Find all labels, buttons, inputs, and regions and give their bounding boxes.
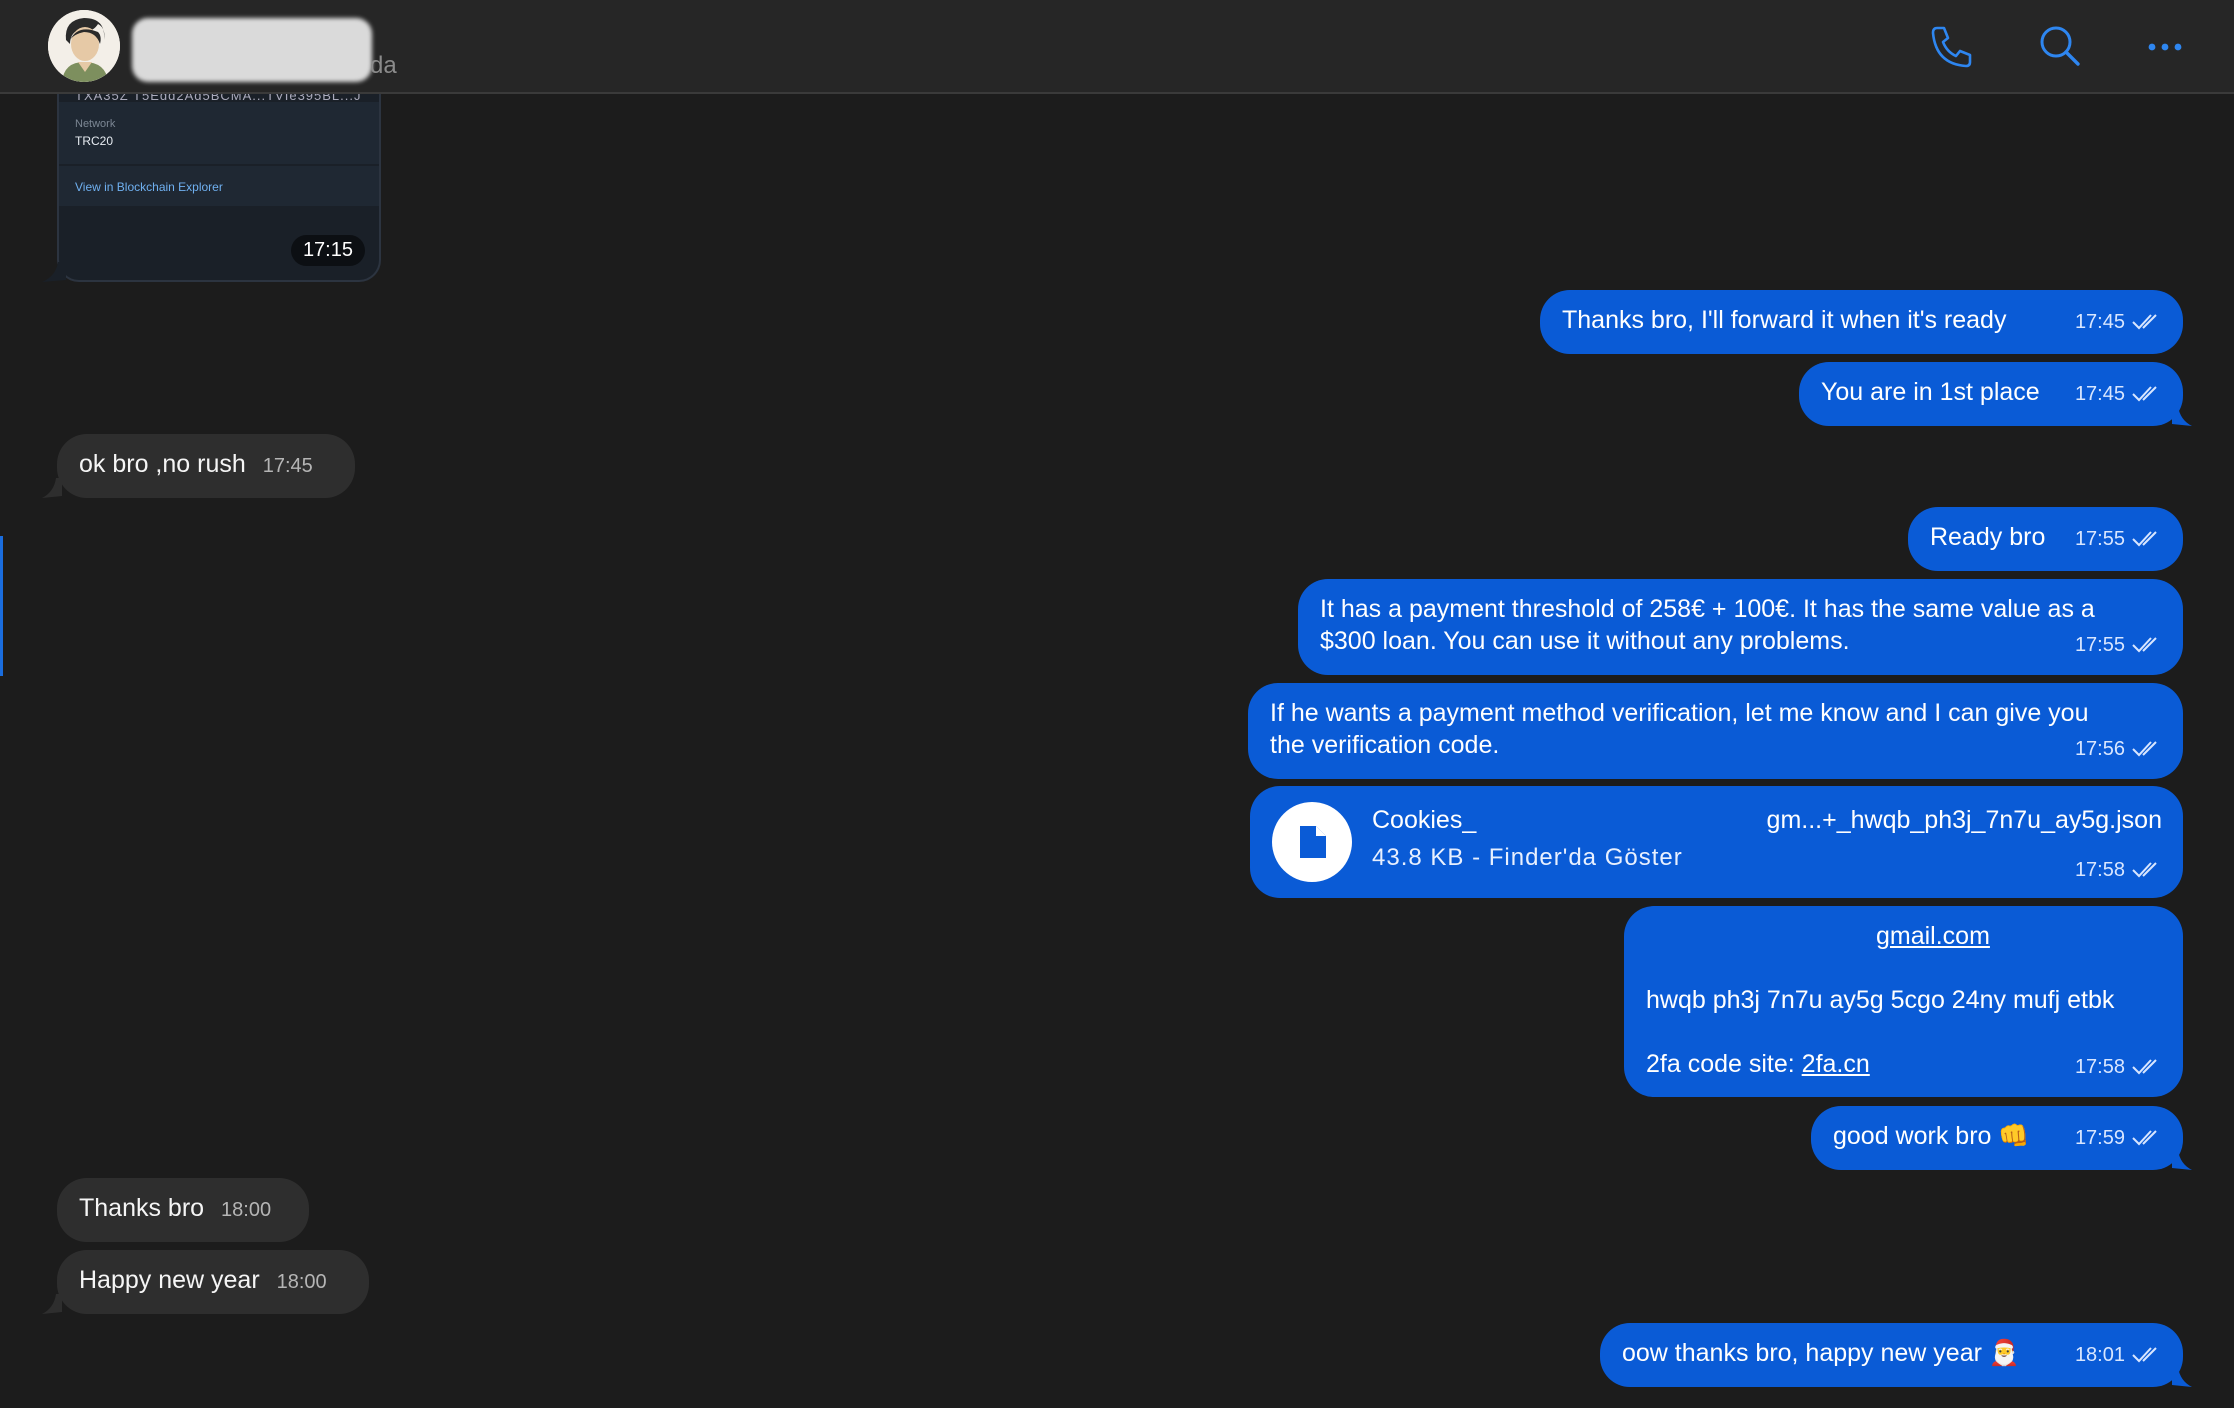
avatar[interactable] xyxy=(48,10,120,82)
message-meta: 18:01 xyxy=(2075,1339,2163,1371)
blockchain-explorer-link: View in Blockchain Explorer xyxy=(75,180,223,194)
message-meta: 17:59 xyxy=(2075,1122,2163,1154)
contact-name-redacted xyxy=(132,18,372,82)
message-time: 17:45 xyxy=(2074,383,2125,405)
bubble-tail xyxy=(2172,1367,2192,1387)
message-time: 17:45 xyxy=(2074,311,2125,333)
message-text-line: It has a payment threshold of 258€ + 100… xyxy=(1320,595,2095,623)
double-check-icon xyxy=(2132,386,2157,402)
message-time: 18:00 xyxy=(221,1199,272,1221)
message-meta: 17:45 xyxy=(2075,378,2163,410)
file-icon[interactable] xyxy=(1272,802,1352,882)
file-name-end: gm...+_hwqb_ph3j_7n7u_ay5g.json xyxy=(1766,806,2162,834)
avatar-illustration xyxy=(48,10,120,82)
site-label: 2fa code site: xyxy=(1646,1050,1795,1078)
contact-status: da xyxy=(370,52,397,79)
file-message[interactable]: Cookies_ gm...+_hwqb_ph3j_7n7u_ay5g.json… xyxy=(1250,786,2183,898)
incoming-message[interactable]: ok bro ,no rush 17:45 xyxy=(57,434,355,498)
message-text: oow thanks bro, happy new year xyxy=(1622,1339,1982,1367)
file-name: Cookies_ gm...+_hwqb_ph3j_7n7u_ay5g.json xyxy=(1372,804,2162,836)
bubble-tail xyxy=(2172,1150,2192,1170)
outgoing-message[interactable]: It has a payment threshold of 258€ + 100… xyxy=(1298,579,2183,675)
outgoing-message[interactable]: If he wants a payment method verificatio… xyxy=(1248,683,2183,779)
message-meta: 17:56 xyxy=(2075,733,2163,765)
double-check-icon xyxy=(2132,741,2157,757)
message-meta: 17:55 xyxy=(2075,629,2163,661)
message-text: Thanks bro xyxy=(79,1194,205,1222)
outgoing-message[interactable]: oow thanks bro, happy new year 🎅 18:01 xyxy=(1600,1323,2183,1387)
message-text: Thanks bro, I'll forward it when it's re… xyxy=(1562,306,2007,334)
message-text: Ready bro xyxy=(1930,523,2046,551)
bubble-tail xyxy=(42,262,66,282)
search-icon[interactable] xyxy=(2036,22,2086,72)
file-name-start: Cookies_ xyxy=(1372,806,1477,834)
message-meta: 17:55 xyxy=(2075,523,2163,555)
double-check-icon xyxy=(2132,531,2157,547)
bubble-tail xyxy=(42,1294,62,1314)
message-text-line: 2fa code site: 2fa.cn xyxy=(1646,1048,1870,1080)
message-text-line: hwqb ph3j 7n7u ay5g 5cgo 24ny mufj etbk xyxy=(1646,986,2115,1014)
site-link[interactable]: 2fa.cn xyxy=(1802,1050,1870,1078)
network-value: TRC20 xyxy=(75,134,114,148)
outgoing-message[interactable]: Thanks bro, I'll forward it when it's re… xyxy=(1540,290,2183,354)
bubble-tail xyxy=(42,478,62,498)
message-meta: 17:45 xyxy=(2075,306,2163,338)
outgoing-message[interactable]: Ready bro 17:55 xyxy=(1908,507,2183,571)
santa-emoji: 🎅 xyxy=(1988,1339,2021,1367)
outgoing-message[interactable]: good work bro 👊 17:59 xyxy=(1811,1106,2183,1170)
scroll-indicator xyxy=(0,536,3,676)
double-check-icon xyxy=(2132,1130,2157,1146)
message-time: 17:59 xyxy=(2074,1127,2125,1149)
message-text: good work bro xyxy=(1833,1122,1992,1150)
message-time: 17:45 xyxy=(262,455,313,477)
message-time: 17:58 xyxy=(2074,859,2125,881)
fist-emoji: 👊 xyxy=(1998,1122,2030,1150)
bubble-tail xyxy=(2172,406,2192,426)
message-text-line: If he wants a payment method verificatio… xyxy=(1270,699,2089,727)
message-text: Happy new year xyxy=(79,1266,260,1294)
double-check-icon xyxy=(2132,314,2157,330)
chat-header: da xyxy=(0,0,2234,94)
double-check-icon xyxy=(2132,637,2157,653)
email-link[interactable]: gmail.com xyxy=(1876,920,1990,952)
incoming-message[interactable]: Happy new year 18:00 xyxy=(57,1250,369,1314)
outgoing-message[interactable]: gmail.com hwqb ph3j 7n7u ay5g 5cgo 24ny … xyxy=(1624,906,2183,1097)
double-check-icon xyxy=(2132,862,2157,878)
card-network-row xyxy=(59,102,379,164)
phone-icon[interactable] xyxy=(1926,22,1976,72)
more-icon[interactable] xyxy=(2140,22,2190,72)
message-text-line: $300 loan. You can use it without any pr… xyxy=(1320,627,1850,655)
message-time: 17:55 xyxy=(2074,528,2125,550)
file-size[interactable]: 43.8 KB - Finder'da Göster xyxy=(1372,842,1683,874)
document-icon xyxy=(1300,826,1326,858)
received-image-card[interactable]: TXA35Z T5Edd2Ad5BCMA...TVIe395BL...J Net… xyxy=(57,94,381,282)
network-label: Network xyxy=(75,118,116,130)
message-time: 18:01 xyxy=(2074,1344,2125,1366)
message-time: 17:58 xyxy=(2074,1056,2125,1078)
message-meta: 17:58 xyxy=(2075,1051,2163,1083)
message-meta: 17:58 xyxy=(2075,854,2163,886)
outgoing-message[interactable]: You are in 1st place 17:45 xyxy=(1799,362,2183,426)
message-time: 17:55 xyxy=(2074,634,2125,656)
message-text-line: the verification code. xyxy=(1270,731,1500,759)
message-time: 17:15 xyxy=(290,235,365,266)
incoming-message[interactable]: Thanks bro 18:00 xyxy=(57,1178,309,1242)
message-text: You are in 1st place xyxy=(1821,378,2040,406)
message-time: 18:00 xyxy=(276,1271,327,1293)
message-text: ok bro ,no rush xyxy=(79,450,246,478)
double-check-icon xyxy=(2132,1347,2157,1363)
message-time: 17:56 xyxy=(2074,738,2125,760)
double-check-icon xyxy=(2132,1059,2157,1075)
